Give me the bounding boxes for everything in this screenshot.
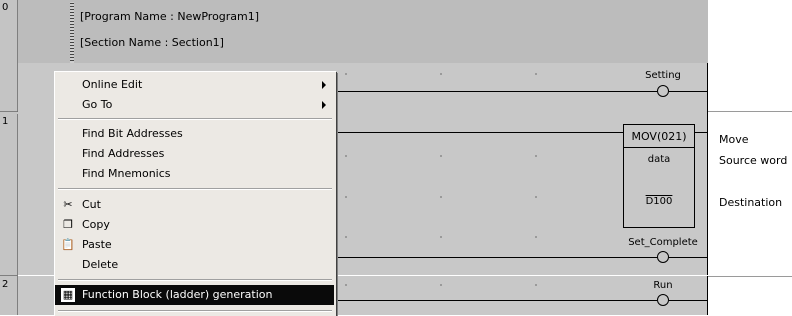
menu-item-label: Function Block (ladder) generation	[82, 288, 273, 301]
grid-dot	[440, 236, 442, 238]
coil-label-set-complete: Set_Complete	[628, 237, 698, 248]
rung-divider	[708, 276, 792, 277]
menu-item-label: Copy	[82, 218, 110, 231]
coil-label-setting: Setting	[645, 70, 681, 81]
grid-dot	[535, 284, 537, 286]
menu-item-copy[interactable]: ❐ Copy	[55, 215, 334, 235]
menu-item-cut[interactable]: ✂ Cut	[55, 195, 334, 215]
menu-item-find-mnemonics[interactable]: Find Mnemonics	[55, 164, 334, 184]
right-power-rail	[707, 276, 708, 315]
grid-dot	[535, 73, 537, 75]
menu-item-label: Find Addresses	[82, 147, 165, 160]
right-power-rail	[707, 111, 708, 275]
rung-wire	[669, 91, 708, 92]
menu-item-online-edit[interactable]: Online Edit	[55, 75, 334, 95]
rung-wire	[335, 132, 623, 133]
operand-source: data	[647, 154, 671, 165]
grid-dot	[345, 284, 347, 286]
menu-item-label: Find Bit Addresses	[82, 127, 183, 140]
row-number-gutter	[0, 0, 18, 315]
menu-item-label: Find Mnemonics	[82, 167, 171, 180]
operand-destination: D100	[645, 196, 673, 207]
rung-wire	[669, 257, 708, 258]
operand-comment: Destination	[719, 196, 783, 209]
menu-separator	[58, 188, 332, 190]
scissors-icon: ✂	[63, 198, 73, 211]
row-number: 1	[2, 116, 9, 127]
grid-dot	[440, 196, 442, 198]
output-coil[interactable]	[657, 85, 669, 97]
submenu-arrow-icon	[322, 81, 326, 89]
menu-item-function-block-generation[interactable]: ▦ Function Block (ladder) generation	[55, 285, 334, 305]
output-coil[interactable]	[657, 294, 669, 306]
submenu-arrow-icon	[322, 101, 326, 109]
row-divider	[0, 111, 17, 112]
menu-item-delete[interactable]: Delete	[55, 255, 334, 275]
instruction-divider	[623, 147, 695, 148]
operand-comment: Source word	[719, 154, 788, 167]
menu-item-paste[interactable]: 📋 Paste	[55, 235, 334, 255]
grid-dot	[345, 155, 347, 157]
rung-wire	[669, 300, 708, 301]
section-name: [Section Name : Section1]	[80, 36, 224, 49]
context-menu: Online Edit Go To Find Bit Addresses Fin…	[54, 71, 336, 316]
coil-label-run: Run	[653, 280, 673, 291]
rung-wire	[335, 91, 657, 92]
instruction-name: MOV(021)	[631, 130, 687, 143]
function-block-icon: ▦	[61, 288, 75, 302]
instruction-comment: Move	[719, 133, 749, 146]
rung-wire	[335, 300, 657, 301]
menu-item-label: Paste	[82, 238, 112, 251]
menu-item-label: Cut	[82, 198, 101, 211]
grid-dot	[535, 236, 537, 238]
row-number: 0	[2, 2, 9, 13]
program-name: [Program Name : NewProgram1]	[80, 10, 260, 23]
menu-separator	[58, 310, 332, 312]
grid-dot	[440, 155, 442, 157]
output-coil[interactable]	[657, 251, 669, 263]
row-number: 2	[2, 279, 9, 290]
paste-icon: 📋	[61, 238, 75, 251]
rung-wire	[335, 257, 657, 258]
menu-item-find-addresses[interactable]: Find Addresses	[55, 144, 334, 164]
menu-separator	[58, 279, 332, 281]
menu-item-label: Go To	[82, 98, 113, 111]
menu-item-label: Online Edit	[82, 78, 143, 91]
menu-item-find-bit-addresses[interactable]: Find Bit Addresses	[55, 124, 334, 144]
copy-icon: ❐	[63, 218, 73, 231]
row-divider	[0, 275, 17, 276]
grid-dot	[345, 73, 347, 75]
menu-item-go-to[interactable]: Go To	[55, 95, 334, 115]
grid-dot	[345, 196, 347, 198]
grid-dot	[535, 196, 537, 198]
right-power-rail	[707, 63, 708, 111]
rung-divider	[708, 111, 792, 112]
grid-dot	[440, 284, 442, 286]
menu-separator	[58, 118, 332, 120]
menu-item-label: Delete	[82, 258, 119, 271]
grid-dot	[345, 236, 347, 238]
grid-dot	[535, 155, 537, 157]
grid-dot	[440, 73, 442, 75]
